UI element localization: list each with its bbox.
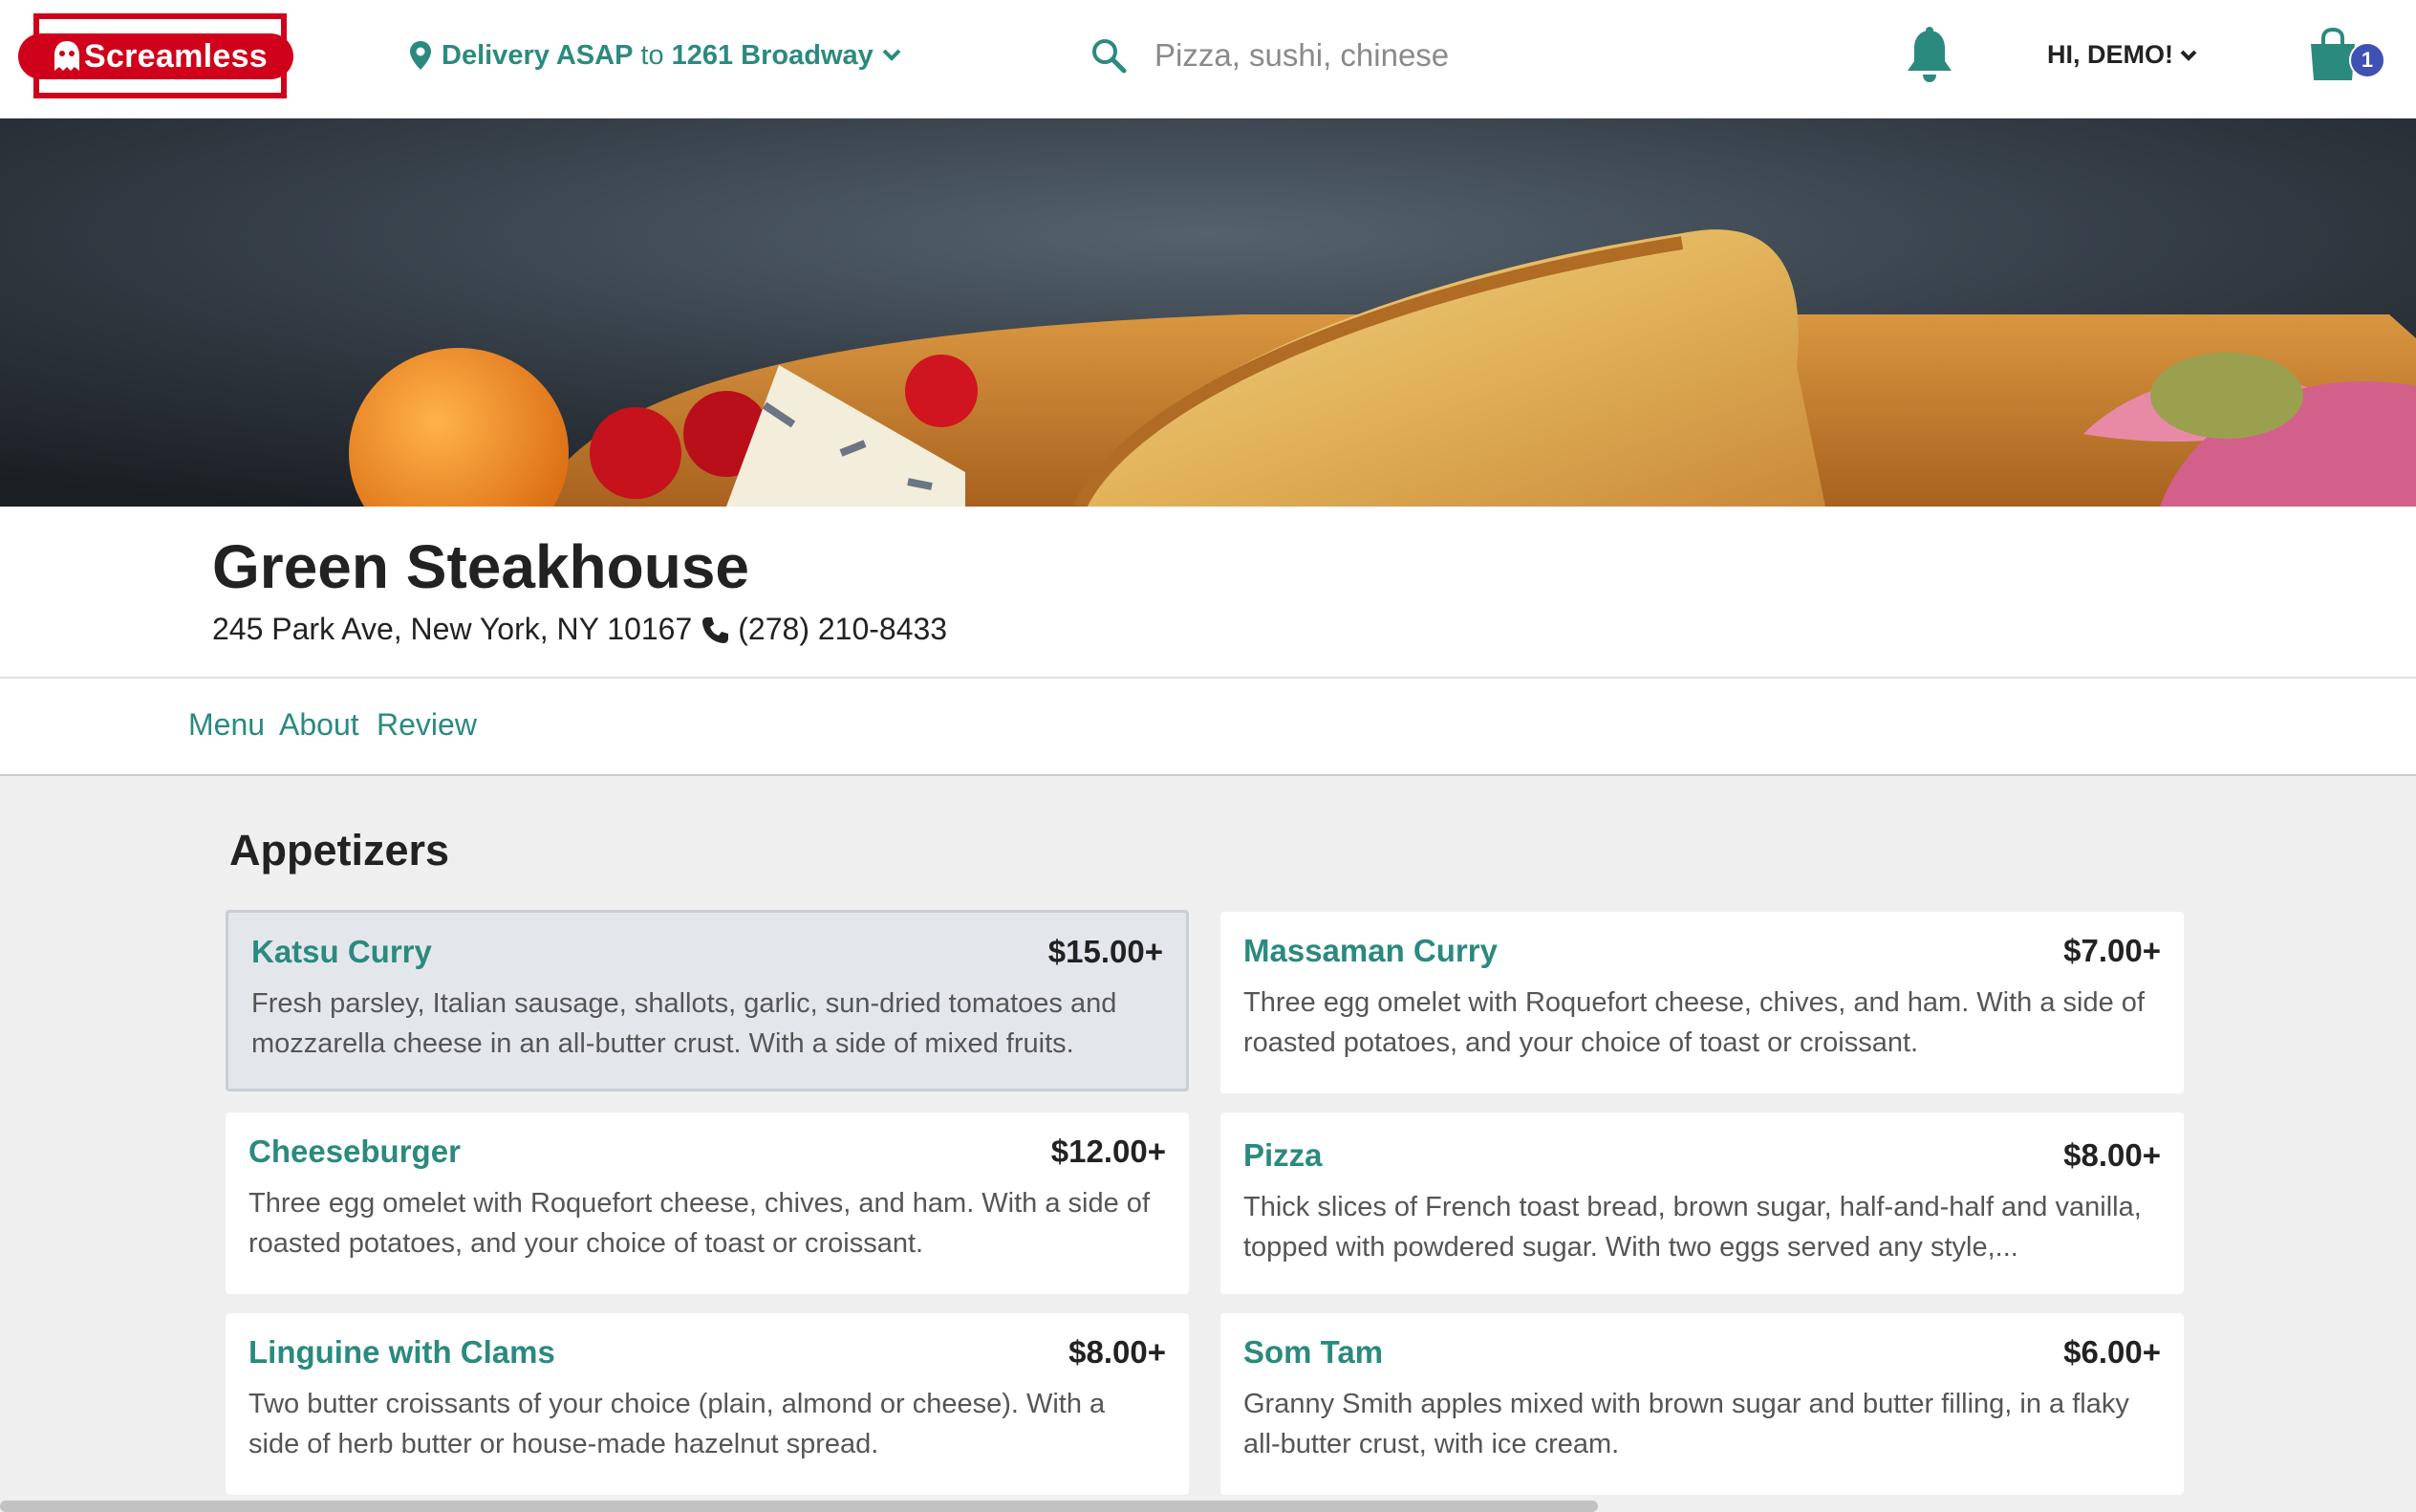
menu-item-description: Two butter croissants of your choice (pl… bbox=[248, 1389, 1106, 1459]
restaurant-hero-image bbox=[0, 119, 2416, 507]
menu-item-card[interactable]: Linguine with Clams $8.00+ Two butter cr… bbox=[226, 1313, 1189, 1495]
hero-food-illustration bbox=[0, 119, 2416, 507]
menu-item-card[interactable]: Katsu Curry $15.00+ Fresh parsley, Itali… bbox=[226, 910, 1189, 1091]
ghost-logo-icon bbox=[54, 41, 79, 71]
menu-item-card[interactable]: Som Tam $6.00+ Granny Smith apples mixed… bbox=[1220, 1313, 2184, 1495]
menu-item-name: Massaman Curry bbox=[1243, 933, 1498, 968]
menu-item-card[interactable]: Massaman Curry $7.00+ Three egg omelet w… bbox=[1220, 912, 2184, 1093]
menu-item-price: $6.00+ bbox=[2063, 1334, 2161, 1370]
menu-item-card[interactable]: Pizza $8.00+ Thick slices of French toas… bbox=[1220, 1112, 2184, 1294]
cart-count-badge: 1 bbox=[2349, 42, 2385, 78]
menu-item-name: Som Tam bbox=[1243, 1334, 1384, 1370]
menu-item-price: $15.00+ bbox=[1047, 934, 1163, 969]
tab-menu[interactable]: Menu bbox=[188, 707, 265, 743]
chevron-down-icon bbox=[882, 49, 901, 61]
search-icon[interactable] bbox=[1089, 36, 1128, 75]
cart-button[interactable]: 1 bbox=[2307, 27, 2385, 88]
menu-item-price: $8.00+ bbox=[2063, 1137, 2161, 1173]
menu-item-price: $12.00+ bbox=[1050, 1134, 1166, 1169]
top-navbar: Screamless Delivery ASAP to 1261 Broadwa… bbox=[0, 0, 2416, 119]
restaurant-phone: (278) 210-8433 bbox=[738, 612, 948, 646]
menu-item-name: Linguine with Clams bbox=[248, 1334, 555, 1370]
menu-item-card[interactable]: Cheeseburger $12.00+ Three egg omelet wi… bbox=[226, 1112, 1189, 1294]
phone-icon bbox=[702, 616, 729, 643]
search-bar bbox=[1089, 27, 1758, 84]
menu-section-title: Appetizers bbox=[229, 826, 450, 875]
screamless-logo[interactable]: Screamless bbox=[18, 13, 293, 98]
menu-item-description: Three egg omelet with Roquefort cheese, … bbox=[248, 1188, 1150, 1259]
delivery-address: 1261 Broadway bbox=[671, 39, 874, 71]
logo-pill: Screamless bbox=[18, 33, 293, 79]
restaurant-contact: 245 Park Ave, New York, NY 10167 (278) 2… bbox=[212, 612, 947, 647]
delivery-to-label: to bbox=[640, 39, 664, 71]
restaurant-name: Green Steakhouse bbox=[212, 532, 749, 601]
menu-item-name: Pizza bbox=[1243, 1137, 1323, 1173]
notifications-button[interactable] bbox=[1904, 27, 1955, 89]
search-input[interactable] bbox=[1153, 36, 1730, 75]
bell-icon bbox=[1908, 27, 1952, 82]
horizontal-scrollbar[interactable] bbox=[0, 1501, 1598, 1512]
tab-about[interactable]: About bbox=[279, 707, 359, 743]
delivery-time: Delivery ASAP bbox=[442, 39, 634, 71]
map-pin-icon bbox=[410, 41, 431, 70]
restaurant-address: 245 Park Ave, New York, NY 10167 bbox=[212, 612, 693, 646]
menu-item-name: Katsu Curry bbox=[251, 934, 432, 969]
menu-item-price: $8.00+ bbox=[1068, 1334, 1166, 1370]
menu-item-description: Three egg omelet with Roquefort cheese, … bbox=[1243, 987, 2145, 1058]
menu-item-description: Thick slices of French toast bread, brow… bbox=[1243, 1192, 2142, 1263]
menu-item-price: $7.00+ bbox=[2063, 933, 2161, 968]
chevron-down-icon bbox=[2180, 50, 2197, 61]
delivery-selector[interactable]: Delivery ASAP to 1261 Broadway bbox=[409, 34, 902, 76]
menu-item-name: Cheeseburger bbox=[248, 1134, 461, 1169]
user-menu[interactable]: HI, DEMO! bbox=[2047, 40, 2198, 70]
restaurant-tabs: Menu About Review bbox=[0, 679, 2416, 776]
user-greeting: HI, DEMO! bbox=[2047, 40, 2173, 69]
tab-review[interactable]: Review bbox=[377, 707, 477, 743]
menu-item-description: Granny Smith apples mixed with brown sug… bbox=[1243, 1389, 2129, 1459]
logo-text: Screamless bbox=[83, 37, 269, 75]
restaurant-info: Green Steakhouse 245 Park Ave, New York,… bbox=[0, 507, 2416, 679]
menu-item-description: Fresh parsley, Italian sausage, shallots… bbox=[251, 988, 1117, 1059]
